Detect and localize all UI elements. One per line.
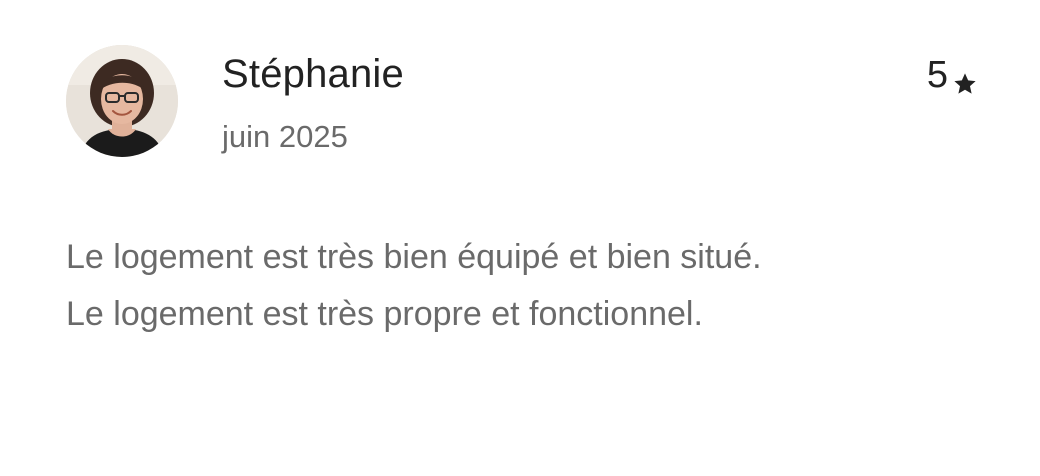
review-text: Le logement est très bien équipé et bien… xyxy=(66,229,946,343)
review-card: Stéphanie juin 2025 5 Le logement est tr… xyxy=(0,0,1040,476)
review-text-line-1: Le logement est très bien équipé et bien… xyxy=(66,238,762,276)
star-icon xyxy=(952,62,978,94)
review-date: juin 2025 xyxy=(222,119,348,154)
rating: 5 xyxy=(927,52,978,98)
avatar-photo xyxy=(66,45,178,157)
reviewer-name[interactable]: Stéphanie xyxy=(222,46,404,102)
review-text-line-2: Le logement est très propre et fonctionn… xyxy=(66,295,703,333)
rating-value: 5 xyxy=(926,54,948,96)
avatar[interactable] xyxy=(66,45,178,157)
